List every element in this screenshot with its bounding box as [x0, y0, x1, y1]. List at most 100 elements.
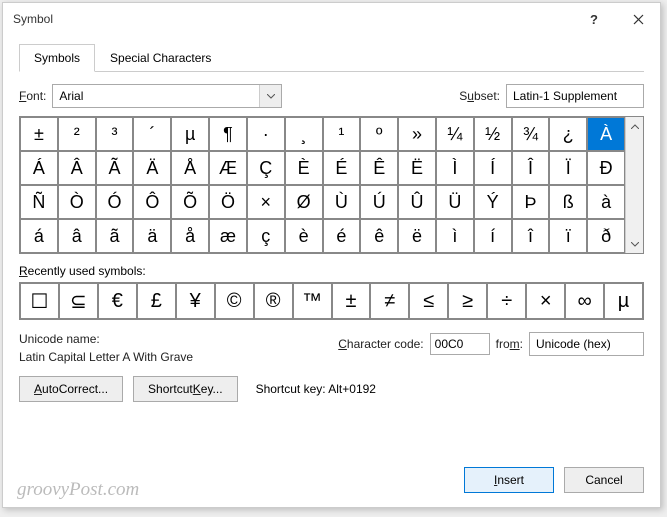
- from-combo[interactable]: [529, 332, 644, 356]
- symbol-cell[interactable]: ë: [398, 219, 436, 253]
- recent-symbol-cell[interactable]: ×: [526, 283, 565, 319]
- recent-grid[interactable]: ☐⊆€£¥©®™±≠≤≥÷×∞µ: [19, 282, 644, 320]
- symbol-cell[interactable]: á: [20, 219, 58, 253]
- symbol-cell[interactable]: Ñ: [20, 185, 58, 219]
- symbol-cell[interactable]: Ã: [96, 151, 134, 185]
- symbol-cell[interactable]: ¸: [285, 117, 323, 151]
- insert-button[interactable]: Insert: [464, 467, 554, 493]
- scrollbar[interactable]: [625, 117, 643, 253]
- symbol-cell[interactable]: ì: [436, 219, 474, 253]
- recent-symbol-cell[interactable]: ⊆: [59, 283, 98, 319]
- symbol-cell[interactable]: ç: [247, 219, 285, 253]
- symbol-cell[interactable]: Ê: [360, 151, 398, 185]
- font-input[interactable]: [53, 89, 259, 103]
- symbol-cell[interactable]: Ù: [323, 185, 361, 219]
- symbol-cell[interactable]: Ý: [474, 185, 512, 219]
- symbol-cell[interactable]: ¾: [512, 117, 550, 151]
- symbol-cell[interactable]: Ö: [209, 185, 247, 219]
- symbol-cell[interactable]: è: [285, 219, 323, 253]
- symbol-cell[interactable]: Þ: [512, 185, 550, 219]
- symbol-cell[interactable]: à: [587, 185, 625, 219]
- symbol-cell[interactable]: ä: [133, 219, 171, 253]
- symbol-cell[interactable]: Õ: [171, 185, 209, 219]
- tab-symbols[interactable]: Symbols: [19, 44, 95, 72]
- recent-symbol-cell[interactable]: ≤: [409, 283, 448, 319]
- font-dropdown-button[interactable]: [259, 85, 281, 107]
- symbol-cell[interactable]: Æ: [209, 151, 247, 185]
- scroll-track[interactable]: [626, 135, 643, 235]
- symbol-grid[interactable]: ±²³´µ¶·¸¹º»¼½¾¿ÀÁÂÃÄÅÆÇÈÉÊËÌÍÎÏÐÑÒÓÔÕÖ×Ø…: [20, 117, 625, 253]
- recent-symbol-cell[interactable]: ±: [332, 283, 371, 319]
- cancel-button[interactable]: Cancel: [564, 467, 644, 493]
- symbol-cell[interactable]: ¿: [549, 117, 587, 151]
- symbol-cell[interactable]: Å: [171, 151, 209, 185]
- symbol-cell[interactable]: ±: [20, 117, 58, 151]
- close-button[interactable]: [616, 3, 660, 35]
- symbol-cell[interactable]: æ: [209, 219, 247, 253]
- recent-symbol-cell[interactable]: ¥: [176, 283, 215, 319]
- shortcut-key-button[interactable]: Shortcut Key...: [133, 376, 238, 402]
- symbol-cell[interactable]: ï: [549, 219, 587, 253]
- symbol-cell[interactable]: Â: [58, 151, 96, 185]
- symbol-cell[interactable]: ð: [587, 219, 625, 253]
- symbol-cell[interactable]: ¹: [323, 117, 361, 151]
- recent-symbol-cell[interactable]: µ: [604, 283, 643, 319]
- symbol-cell[interactable]: Ð: [587, 151, 625, 185]
- symbol-cell[interactable]: Ì: [436, 151, 474, 185]
- symbol-cell[interactable]: Í: [474, 151, 512, 185]
- symbol-cell[interactable]: ¶: [209, 117, 247, 151]
- recent-symbol-cell[interactable]: ©: [215, 283, 254, 319]
- symbol-cell[interactable]: Ï: [549, 151, 587, 185]
- symbol-cell[interactable]: ²: [58, 117, 96, 151]
- recent-symbol-cell[interactable]: ∞: [565, 283, 604, 319]
- symbol-cell[interactable]: Ä: [133, 151, 171, 185]
- symbol-cell[interactable]: É: [323, 151, 361, 185]
- charcode-input[interactable]: [430, 333, 490, 355]
- recent-symbol-cell[interactable]: ™: [293, 283, 332, 319]
- tab-special-characters[interactable]: Special Characters: [95, 44, 226, 72]
- symbol-cell[interactable]: Á: [20, 151, 58, 185]
- scroll-up-button[interactable]: [626, 117, 643, 135]
- symbol-cell[interactable]: Û: [398, 185, 436, 219]
- symbol-cell[interactable]: Ô: [133, 185, 171, 219]
- subset-combo[interactable]: [506, 84, 644, 108]
- symbol-cell[interactable]: ³: [96, 117, 134, 151]
- recent-symbol-cell[interactable]: €: [98, 283, 137, 319]
- symbol-cell[interactable]: Î: [512, 151, 550, 185]
- symbol-cell[interactable]: Ó: [96, 185, 134, 219]
- recent-symbol-cell[interactable]: ≥: [448, 283, 487, 319]
- symbol-cell[interactable]: é: [323, 219, 361, 253]
- symbol-cell[interactable]: î: [512, 219, 550, 253]
- autocorrect-button[interactable]: AutoCorrect...: [19, 376, 123, 402]
- symbol-cell[interactable]: å: [171, 219, 209, 253]
- symbol-cell[interactable]: ·: [247, 117, 285, 151]
- symbol-cell[interactable]: ¼: [436, 117, 474, 151]
- recent-symbol-cell[interactable]: ÷: [487, 283, 526, 319]
- from-input[interactable]: [530, 337, 667, 351]
- subset-input[interactable]: [507, 89, 667, 103]
- symbol-cell[interactable]: Ç: [247, 151, 285, 185]
- recent-symbol-cell[interactable]: ≠: [370, 283, 409, 319]
- recent-symbol-cell[interactable]: ®: [254, 283, 293, 319]
- symbol-cell[interactable]: ã: [96, 219, 134, 253]
- symbol-cell[interactable]: â: [58, 219, 96, 253]
- symbol-cell[interactable]: ß: [549, 185, 587, 219]
- recent-symbol-cell[interactable]: £: [137, 283, 176, 319]
- symbol-cell[interactable]: Ò: [58, 185, 96, 219]
- font-combo[interactable]: [52, 84, 282, 108]
- symbol-cell[interactable]: À: [587, 117, 625, 151]
- symbol-cell[interactable]: í: [474, 219, 512, 253]
- symbol-cell[interactable]: ×: [247, 185, 285, 219]
- symbol-cell[interactable]: Ü: [436, 185, 474, 219]
- symbol-cell[interactable]: Ø: [285, 185, 323, 219]
- symbol-cell[interactable]: ê: [360, 219, 398, 253]
- symbol-cell[interactable]: º: [360, 117, 398, 151]
- symbol-cell[interactable]: µ: [171, 117, 209, 151]
- symbol-cell[interactable]: Ú: [360, 185, 398, 219]
- scroll-down-button[interactable]: [626, 235, 643, 253]
- symbol-cell[interactable]: »: [398, 117, 436, 151]
- symbol-cell[interactable]: È: [285, 151, 323, 185]
- recent-symbol-cell[interactable]: ☐: [20, 283, 59, 319]
- symbol-cell[interactable]: ´: [133, 117, 171, 151]
- help-button[interactable]: ?: [572, 3, 616, 35]
